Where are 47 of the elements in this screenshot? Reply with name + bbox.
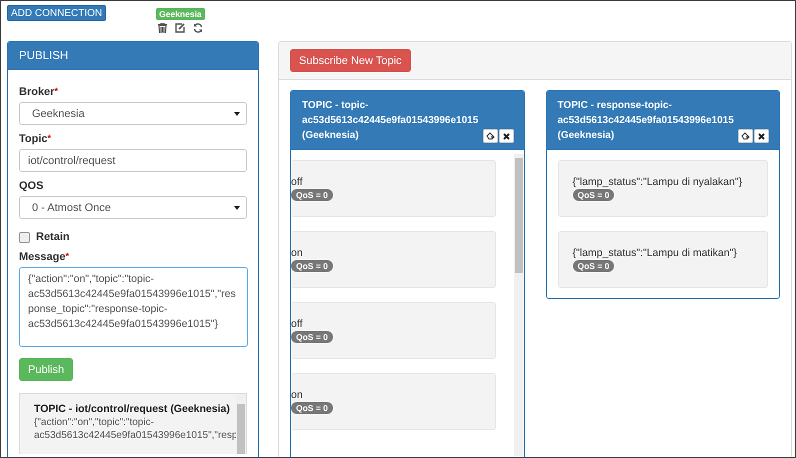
field-label: Broker (19, 86, 54, 98)
close-button[interactable] (498, 129, 514, 143)
subscribe-new-topic-button[interactable]: Subscribe New Topic (290, 49, 411, 72)
required-asterisk: * (65, 251, 69, 261)
topic-title: TOPIC - response-topic-ac53d5613c42445e9fa01543996e1015 (Geeknesia) (558, 99, 735, 143)
edit-icon[interactable] (174, 23, 185, 33)
message-input-field[interactable]: {"action":"on","topic":"topic-ac53d5613c42445e9fa01543996e1015","response_topic":"response-topic-ac53d5613c42445e9fa01543996e1015"} (19, 267, 248, 347)
required-asterisk: * (54, 86, 58, 96)
close-button[interactable] (754, 129, 769, 143)
select-value: Geeknesia (32, 108, 85, 120)
add-connection-button[interactable]: ADD CONNECTION (7, 5, 106, 21)
caret-icon (234, 112, 240, 116)
caret-icon (234, 206, 240, 210)
select-field[interactable]: 0 - Atmost Once (19, 196, 247, 219)
message-text: on (291, 388, 304, 402)
field-label: Message (19, 251, 66, 263)
panel-title: PUBLISH (8, 42, 258, 70)
trash-icon[interactable] (158, 23, 167, 33)
close-icon (758, 132, 765, 140)
qos-badge: QoS = 0 (291, 402, 333, 414)
log-title: TOPIC - iot/control/request (Geeknesia) (34, 402, 231, 416)
field-label: Topic (19, 133, 48, 145)
eraser-button[interactable] (738, 129, 753, 143)
message-text: off (291, 175, 304, 189)
eraser-icon (741, 132, 750, 140)
refresh-icon[interactable] (192, 23, 203, 33)
message-text: off (291, 317, 304, 331)
retain-label: Retain (36, 231, 70, 243)
message-text: on (291, 246, 304, 260)
qos-badge: QoS = 0 (572, 189, 614, 201)
topic-title: TOPIC - topic-ac53d5613c42445e9fa01543996e1015 (Geeknesia) (302, 99, 480, 143)
retain-checkbox[interactable] (19, 232, 30, 242)
qos-badge: QoS = 0 (572, 260, 614, 272)
select-field[interactable]: Geeknesia (19, 102, 247, 125)
qos-badge: QoS = 0 (291, 189, 333, 201)
select-value: 0 - Atmost Once (32, 202, 111, 214)
qos-badge: QoS = 0 (291, 331, 333, 343)
required-asterisk: * (48, 133, 52, 143)
qos-badge: QoS = 0 (291, 260, 333, 272)
message-text: {"lamp_status":"Lampu di matikan"} (572, 246, 738, 260)
field-label: QOS (19, 180, 44, 192)
eraser-icon (486, 132, 494, 140)
message-text: {"lamp_status":"Lampu di nyalakan"} (572, 175, 744, 189)
close-icon (502, 132, 510, 140)
topic-input-field[interactable]: iot/control/request (19, 149, 247, 172)
eraser-button[interactable] (482, 129, 498, 143)
log-text: {"action":"on","topic":"topic- (34, 416, 155, 429)
